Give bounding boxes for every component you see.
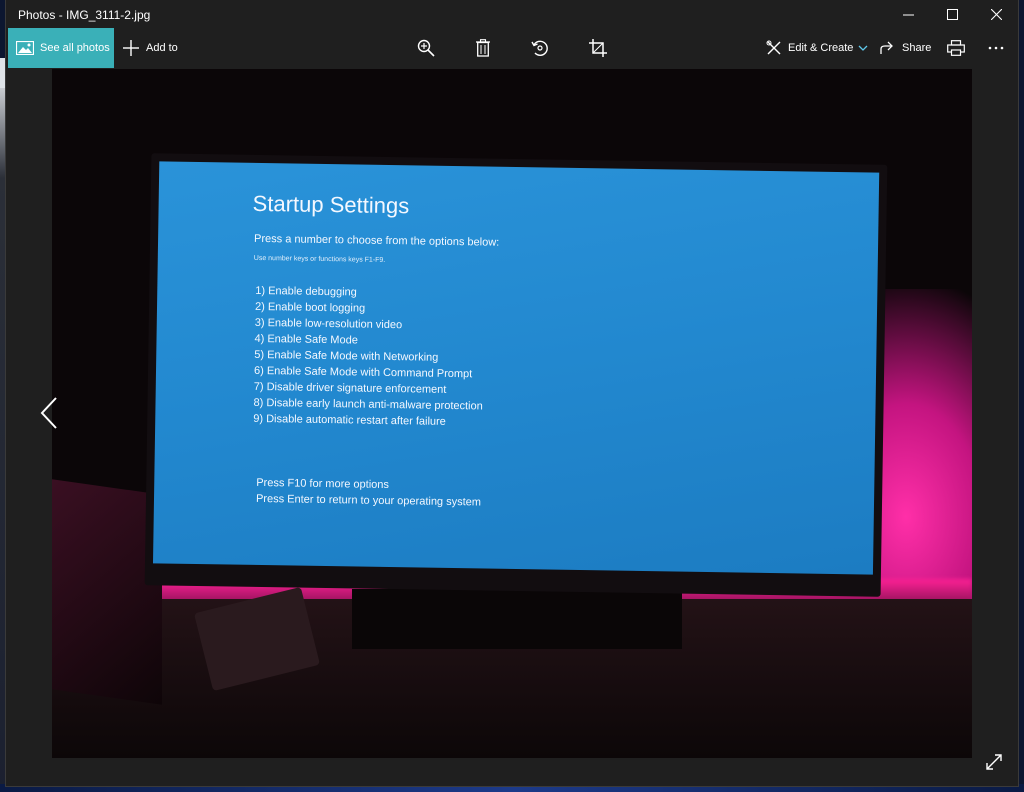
more-icon [988,46,1004,50]
edit-create-label: Edit & Create [788,42,854,54]
edit-create-button[interactable]: Edit & Create [766,28,868,68]
add-to-label: Add to [146,42,178,54]
startup-options-list: 1) Enable debugging 2) Enable boot loggi… [253,283,485,431]
startup-settings-note: Use number keys or functions keys F1-F9. [253,254,386,264]
rotate-icon [531,40,548,56]
crop-icon [589,39,607,57]
window-title: Photos - IMG_3111-2.jpg [18,8,151,22]
expand-icon [986,754,1002,770]
title-bar: Photos - IMG_3111-2.jpg [6,0,1018,28]
photos-app-window: Photos - IMG_3111-2.jpg See all photos A… [6,0,1018,786]
footer-line: Press Enter to return to your operating … [255,492,482,509]
plus-icon [123,40,139,56]
delete-button[interactable] [463,28,503,68]
startup-settings-prompt: Press a number to choose from the option… [254,232,500,249]
minimize-button[interactable] [886,0,930,28]
zoom-button[interactable] [406,28,446,68]
startup-settings-title: Startup Settings [252,190,410,219]
rotate-button[interactable] [520,28,560,68]
print-icon [947,40,965,56]
edit-create-icon [766,40,781,55]
share-icon [880,41,893,54]
print-button[interactable] [936,28,976,68]
see-all-photos-label: See all photos [40,42,110,54]
previous-photo-button[interactable] [34,391,64,435]
share-button[interactable]: Share [880,28,931,68]
startup-settings-footer: Press F10 for more options Press Enter t… [256,475,481,511]
maximize-button[interactable] [930,0,974,28]
more-options-button[interactable] [976,28,1016,68]
chevron-down-icon [858,45,868,51]
delete-icon [476,39,490,57]
add-to-button[interactable]: Add to [122,28,178,68]
monitor: Startup Settings Press a number to choos… [144,153,888,597]
minimize-icon [902,14,914,15]
photos-icon [16,41,34,55]
share-label: Share [902,42,932,54]
see-all-photos-button[interactable]: See all photos [8,28,114,68]
close-button[interactable] [974,0,1018,28]
fullscreen-button[interactable] [982,750,1006,774]
photo-viewer: Startup Settings Press a number to choos… [52,69,972,758]
startup-settings-screen: Startup Settings Press a number to choos… [152,161,880,575]
toolbar: See all photos Add to Edit & Create Shar… [6,28,1018,68]
crop-button[interactable] [578,28,618,68]
close-icon [990,8,1002,20]
zoom-in-icon [417,39,435,57]
chevron-left-icon [40,397,57,429]
maximize-icon [946,8,958,20]
monitor-stand [352,589,682,649]
